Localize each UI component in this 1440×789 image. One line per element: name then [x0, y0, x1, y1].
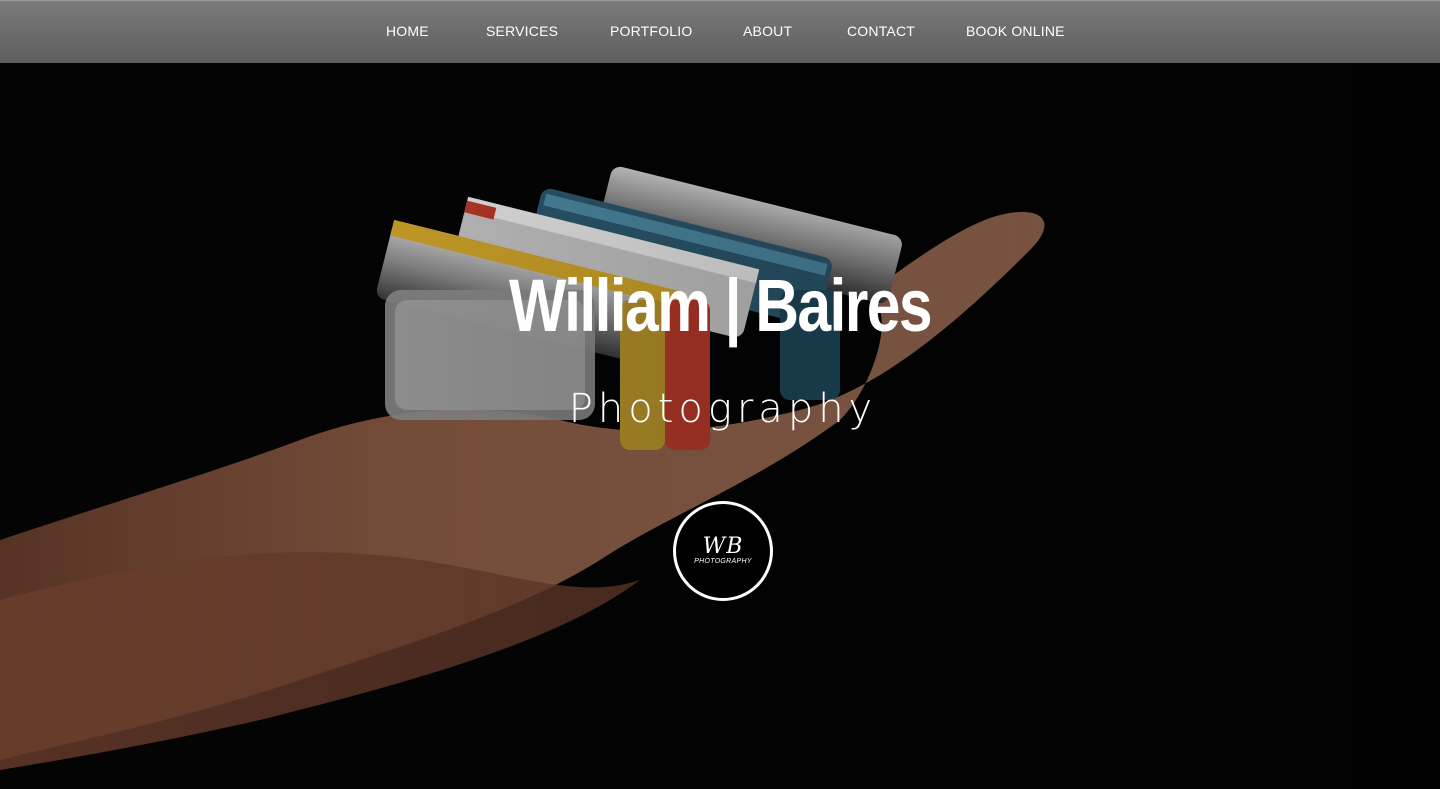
nav-item-services[interactable]: SERVICES	[486, 23, 558, 39]
nav-item-contact[interactable]: CONTACT	[847, 23, 915, 39]
nav-item-portfolio[interactable]: PORTFOLIO	[610, 23, 692, 39]
page: HOME SERVICES PORTFOLIO ABOUT CONTACT BO…	[0, 0, 1440, 789]
hero-title: William | Baires	[509, 264, 933, 347]
nav-item-about[interactable]: ABOUT	[743, 23, 792, 39]
logo-subtext: PHOTOGRAPHY	[694, 558, 752, 565]
nav-item-home[interactable]: HOME	[386, 23, 429, 39]
nav-menu: HOME SERVICES PORTFOLIO ABOUT CONTACT BO…	[0, 1, 1440, 64]
nav-item-book-online[interactable]: BOOK ONLINE	[966, 23, 1065, 39]
hero-subtitle: Photography	[568, 386, 878, 432]
logo-monogram: WB	[702, 534, 744, 559]
top-navigation-bar: HOME SERVICES PORTFOLIO ABOUT CONTACT BO…	[0, 0, 1440, 63]
logo-badge[interactable]: WB PHOTOGRAPHY	[673, 501, 773, 601]
